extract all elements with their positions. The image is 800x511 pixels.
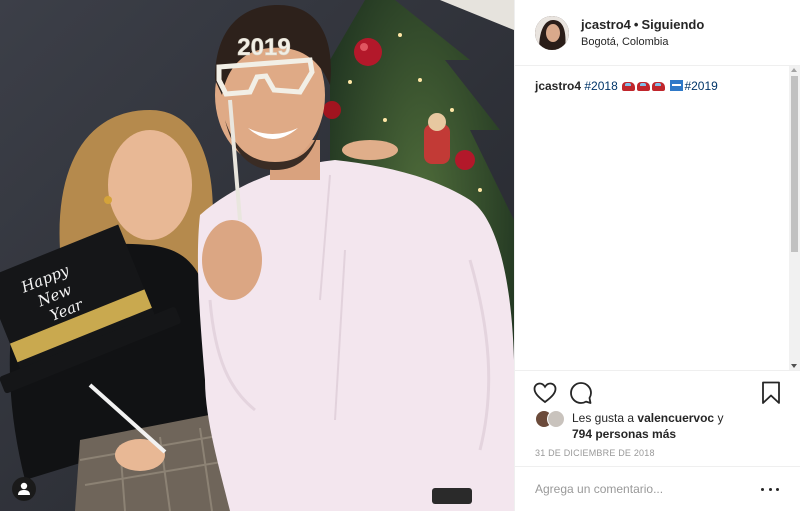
scroll-up-arrow-icon[interactable] (791, 68, 797, 72)
avatar[interactable] (535, 15, 569, 50)
more-options-icon[interactable] (761, 484, 779, 494)
header-username[interactable]: jcastro4 (581, 17, 631, 32)
post-actions (515, 370, 800, 406)
comments-scrollbar[interactable] (789, 66, 800, 370)
comment-icon (570, 382, 592, 404)
post-date[interactable]: 31 DE DICIEMBRE DE 2018 (535, 448, 655, 458)
scrollbar-thumb[interactable] (791, 76, 798, 252)
red-car-emoji-icon (622, 82, 636, 91)
avatar-image (535, 15, 569, 50)
post-details-panel: jcastro4 • Siguiendo Bogotá, Colombia jcas… (514, 0, 800, 511)
post-photo-image: 2019 Happy New Year (0, 0, 514, 511)
likes-prefix: Les gusta a (572, 411, 635, 425)
user-tag-button[interactable] (12, 477, 36, 501)
likes-summary: Les gusta a valencuervoc y 794 personas … (535, 410, 785, 442)
header-separator: • (633, 17, 639, 32)
hashtag-2018[interactable]: #2018 (584, 79, 617, 93)
hashtag-2019[interactable]: #2019 (684, 79, 717, 93)
comment-bar (515, 466, 800, 511)
location-link[interactable]: Bogotá, Colombia (581, 36, 704, 48)
red-car-emoji-icon (637, 82, 651, 91)
glasses-prop-text: 2019 (237, 34, 290, 61)
scroll-down-arrow-icon[interactable] (791, 364, 797, 368)
post-photo[interactable]: 2019 Happy New Year (0, 0, 514, 511)
bookmark-icon (762, 381, 780, 404)
following-button[interactable]: Siguiendo (641, 17, 704, 32)
liker-avatars[interactable] (535, 410, 569, 428)
like-button[interactable] (533, 381, 557, 405)
user-tag-icon (18, 482, 30, 495)
blue-flag-emoji-icon (670, 80, 684, 91)
instagram-post: 2019 Happy New Year jcastro4 • Siguiendo… (0, 0, 800, 511)
red-car-emoji-icon (652, 82, 666, 91)
likes-count-link[interactable]: 794 personas más (572, 427, 676, 441)
post-header: jcastro4 • Siguiendo Bogotá, Colombia (515, 0, 800, 66)
dot (768, 487, 772, 491)
dot (761, 487, 764, 491)
heart-icon (533, 382, 557, 404)
post-caption: jcastro4 #2018 #2019 (535, 78, 785, 94)
likes-connector: y (717, 411, 724, 425)
comment-button[interactable] (569, 381, 593, 405)
comment-input[interactable] (535, 482, 750, 496)
liker-avatar (547, 410, 565, 428)
save-button[interactable] (759, 381, 783, 405)
dot (776, 487, 779, 491)
liker-username[interactable]: valencuervoc (637, 411, 714, 425)
caption-username[interactable]: jcastro4 (535, 79, 581, 93)
